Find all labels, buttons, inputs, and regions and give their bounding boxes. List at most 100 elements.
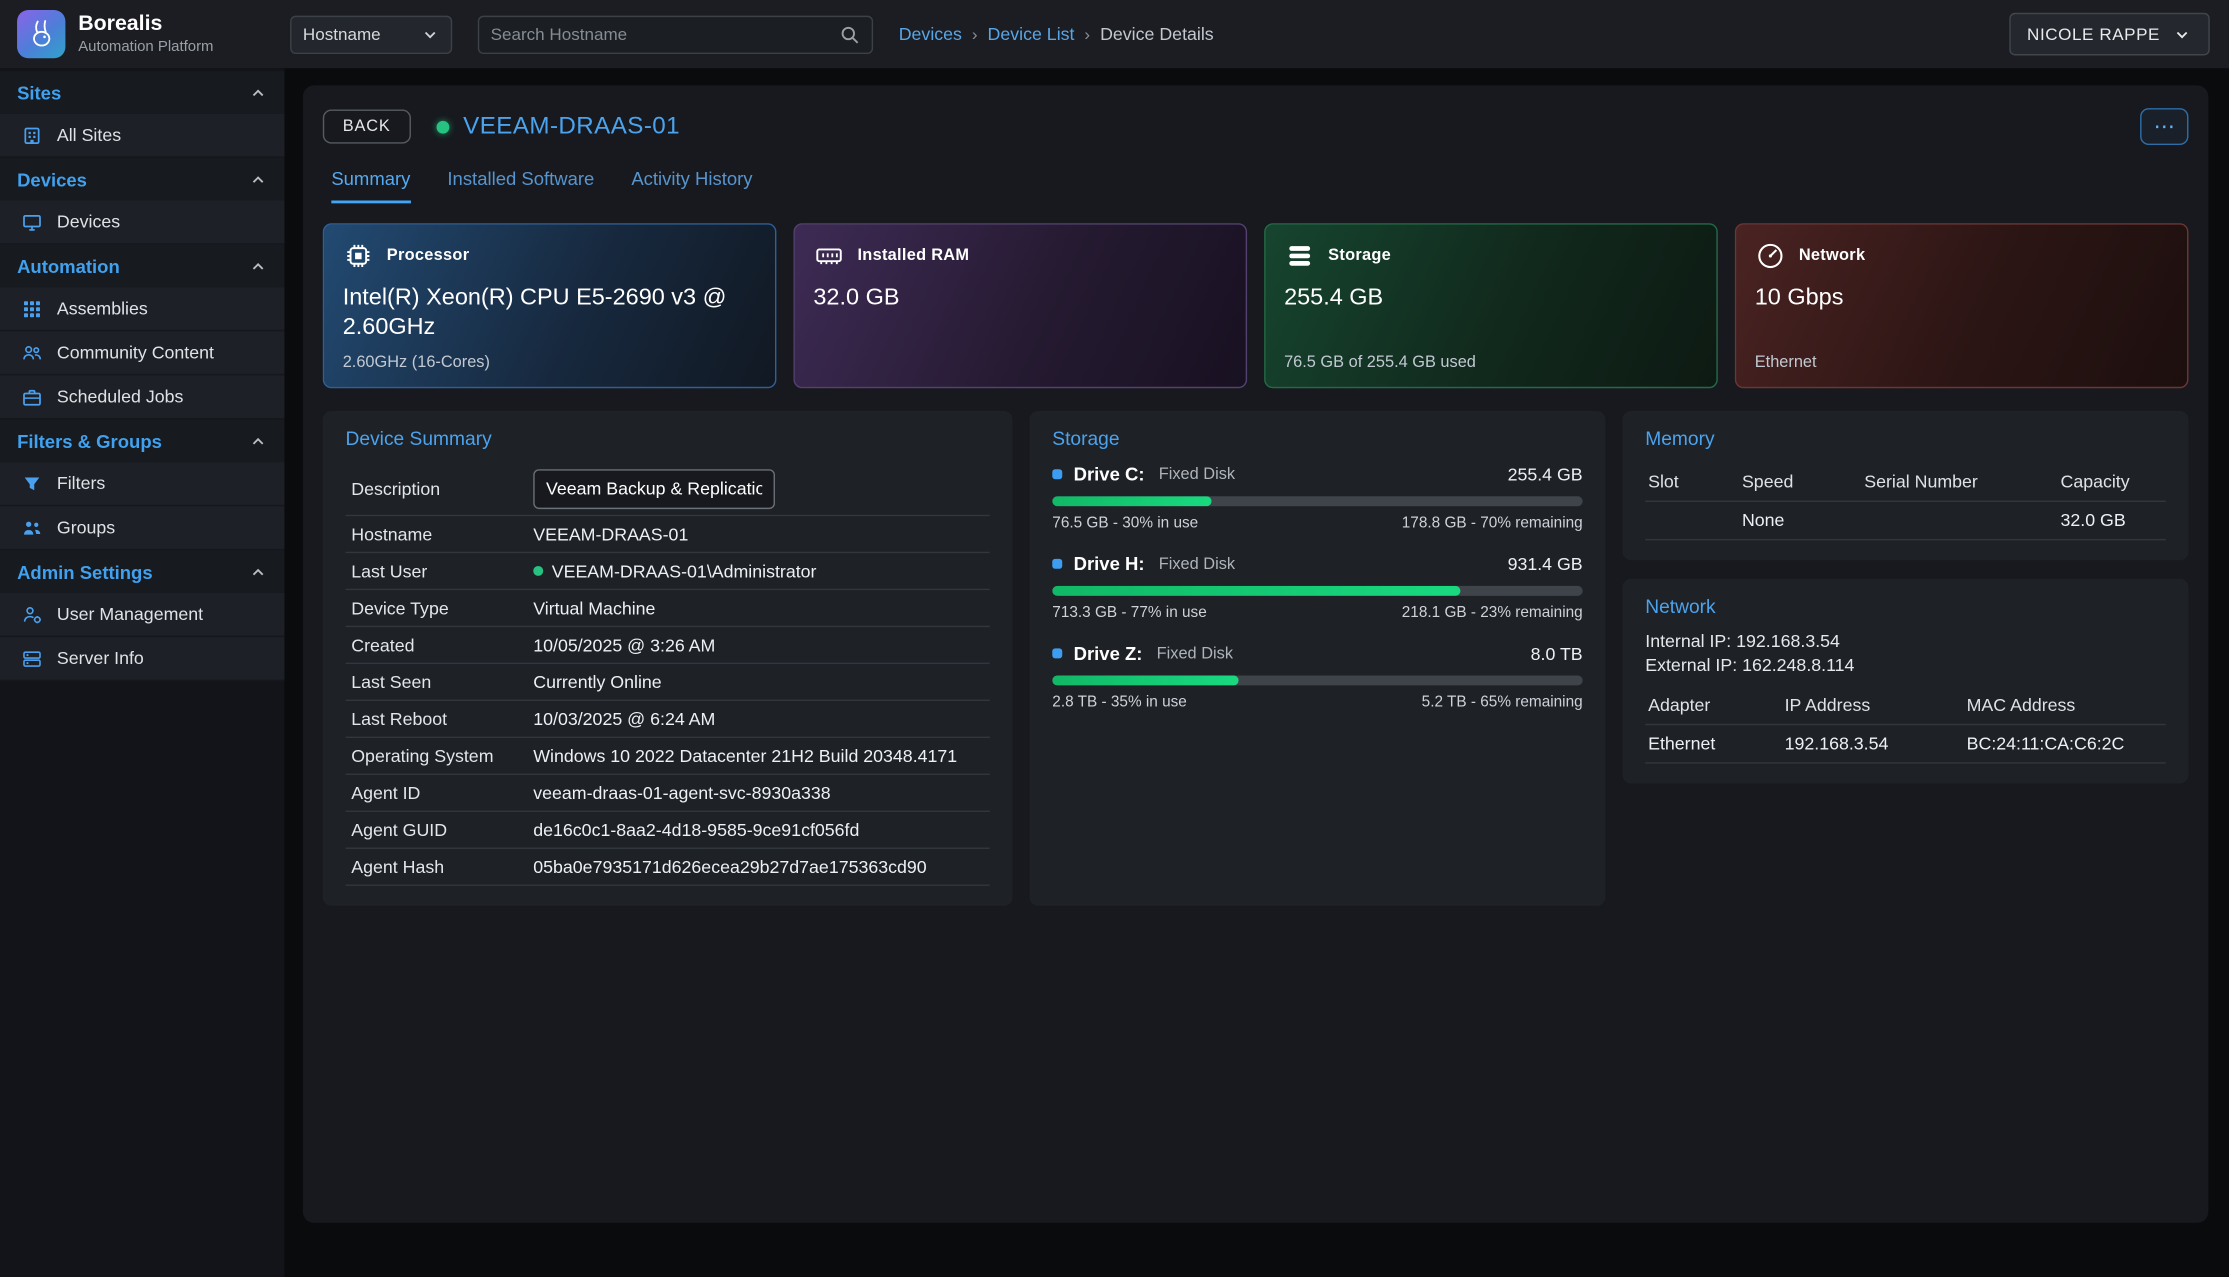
stat-value: Intel(R) Xeon(R) CPU E5-2690 v3 @ 2.60GH… [343, 283, 757, 344]
tab-activity-history[interactable]: Activity History [631, 168, 752, 204]
sidebar-section-sites[interactable]: Sites [0, 71, 284, 114]
brand-subtitle: Automation Platform [78, 38, 213, 55]
stat-subtext: Ethernet [1755, 354, 2169, 371]
title-row: BACK VEEAM-DRAAS-01 ⋯ [323, 108, 2189, 145]
drive-used-label: 713.3 GB - 77% in use [1052, 604, 1206, 621]
monitor-icon [21, 210, 44, 233]
filter-icon [21, 472, 44, 495]
drive-usage-bar [1052, 496, 1582, 506]
body-layout: Sites All Sites Devices Devices Au [0, 68, 2229, 1277]
user-menu-label: NICOLE RAPPE [2027, 24, 2160, 44]
memory-table-row: None 32.0 GB [1645, 502, 2165, 540]
chevron-up-icon [249, 432, 267, 450]
user-online-dot [533, 566, 543, 576]
gauge-icon [1755, 240, 1786, 271]
sidebar-item-label: User Management [57, 604, 203, 624]
chevron-up-icon [249, 257, 267, 275]
sidebar-item-all-sites[interactable]: All Sites [0, 114, 284, 158]
breadcrumb-device-list[interactable]: Device List [988, 24, 1075, 44]
sidebar-section-devices[interactable]: Devices [0, 158, 284, 201]
summary-row-operating-system: Operating System Windows 10 2022 Datacen… [346, 738, 990, 775]
summary-row-agent-hash: Agent Hash 05ba0e7935171d626ecea29b27d7a… [346, 849, 990, 886]
panel-title: Network [1645, 596, 2165, 617]
server-icon [21, 647, 44, 670]
sidebar-item-filters[interactable]: Filters [0, 462, 284, 506]
drive-used-label: 76.5 GB - 30% in use [1052, 515, 1198, 532]
right-column: Memory Slot Speed Serial Number Capacity… [1623, 411, 2189, 906]
summary-row-agent-id: Agent ID veeam-draas-01-agent-svc-8930a3… [346, 775, 990, 812]
user-menu-button[interactable]: NICOLE RAPPE [2009, 13, 2210, 56]
grid-icon [21, 297, 44, 320]
sidebar-item-devices[interactable]: Devices [0, 201, 284, 245]
sidebar-item-label: All Sites [57, 125, 121, 145]
external-ip-label: External IP: 162.248.8.114 [1645, 656, 2165, 676]
top-header: Borealis Automation Platform Hostname De… [0, 0, 2229, 68]
sidebar-item-groups[interactable]: Groups [0, 506, 284, 550]
summary-row-hostname: Hostname VEEAM-DRAAS-01 [346, 516, 990, 553]
breadcrumb-device-details: Device Details [1100, 24, 1214, 44]
drive-remaining-label: 218.1 GB - 23% remaining [1402, 604, 1583, 621]
panel-title: Memory [1645, 428, 2165, 449]
more-actions-button[interactable]: ⋯ [2140, 108, 2188, 145]
chevron-down-icon [2173, 25, 2191, 43]
disk-stack-icon [1284, 240, 1315, 271]
panels-row: Device Summary Description Hostname VEEA… [323, 411, 2189, 906]
back-button[interactable]: BACK [323, 109, 411, 143]
sidebar-item-label: Devices [57, 212, 120, 232]
drive-usage-bar [1052, 675, 1582, 685]
description-input[interactable] [533, 469, 775, 509]
sidebar-item-server-info[interactable]: Server Info [0, 637, 284, 681]
stat-card-network: Network 10 Gbps Ethernet [1735, 223, 2189, 388]
hostname-filter-value: Hostname [303, 24, 381, 44]
memory-panel: Memory Slot Speed Serial Number Capacity… [1623, 411, 2189, 560]
people-icon [21, 341, 44, 364]
sidebar-section-admin-settings[interactable]: Admin Settings [0, 550, 284, 593]
panel-title: Storage [1052, 428, 1582, 449]
stat-title: Installed RAM [857, 247, 969, 264]
sidebar-item-community-content[interactable]: Community Content [0, 331, 284, 375]
main-content: BACK VEEAM-DRAAS-01 ⋯ Summary Installed … [284, 68, 2229, 1277]
sidebar-item-assemblies[interactable]: Assemblies [0, 287, 284, 331]
sidebar-item-scheduled-jobs[interactable]: Scheduled Jobs [0, 375, 284, 419]
sidebar-section-filters-groups[interactable]: Filters & Groups [0, 419, 284, 462]
stat-value: 255.4 GB [1284, 283, 1698, 313]
sidebar-section-automation[interactable]: Automation [0, 245, 284, 288]
chevron-up-icon [249, 562, 267, 580]
breadcrumb: Devices › Device List › Device Details [899, 24, 1214, 44]
stat-card-installed-ram: Installed RAM 32.0 GB [793, 223, 1247, 388]
ram-icon [813, 240, 844, 271]
summary-row-last-reboot: Last Reboot 10/03/2025 @ 6:24 AM [346, 701, 990, 738]
search-input[interactable] [491, 24, 839, 44]
cpu-icon [343, 240, 374, 271]
sidebar-item-label: Scheduled Jobs [57, 387, 183, 407]
drive-used-label: 2.8 TB - 35% in use [1052, 694, 1187, 711]
drive-remaining-label: 178.8 GB - 70% remaining [1402, 515, 1583, 532]
breadcrumb-devices[interactable]: Devices [899, 24, 962, 44]
brand-text: Borealis Automation Platform [78, 13, 213, 55]
storage-panel: Storage Drive C: Fixed Disk 255.4 GB [1030, 411, 1606, 906]
tab-installed-software[interactable]: Installed Software [447, 168, 594, 204]
sidebar-item-user-management[interactable]: User Management [0, 593, 284, 637]
drive-icon [1052, 559, 1062, 569]
chevron-down-icon [421, 25, 439, 43]
chevron-up-icon [249, 83, 267, 101]
user-gear-icon [21, 603, 44, 626]
drive-usage-bar [1052, 586, 1582, 596]
memory-table-header: Slot Speed Serial Number Capacity [1645, 464, 2165, 502]
drive-icon [1052, 469, 1062, 479]
rabbit-logo-icon[interactable] [17, 10, 65, 58]
sidebar-item-label: Filters [57, 474, 105, 494]
stat-title: Processor [387, 247, 470, 264]
tabs: Summary Installed Software Activity Hist… [331, 168, 2188, 204]
hostname-filter-select[interactable]: Hostname [290, 15, 452, 53]
stat-value: 10 Gbps [1755, 283, 2169, 313]
device-summary-panel: Device Summary Description Hostname VEEA… [323, 411, 1013, 906]
stat-card-processor: Processor Intel(R) Xeon(R) CPU E5-2690 v… [323, 223, 777, 388]
brand-area: Borealis Automation Platform [0, 10, 284, 58]
page-title: VEEAM-DRAAS-01 [463, 112, 680, 140]
groups-icon [21, 516, 44, 539]
tab-summary[interactable]: Summary [331, 168, 410, 204]
stat-cards: Processor Intel(R) Xeon(R) CPU E5-2690 v… [323, 223, 2189, 388]
search-box[interactable] [478, 15, 873, 53]
network-table-header: Adapter IP Address MAC Address [1645, 687, 2165, 725]
